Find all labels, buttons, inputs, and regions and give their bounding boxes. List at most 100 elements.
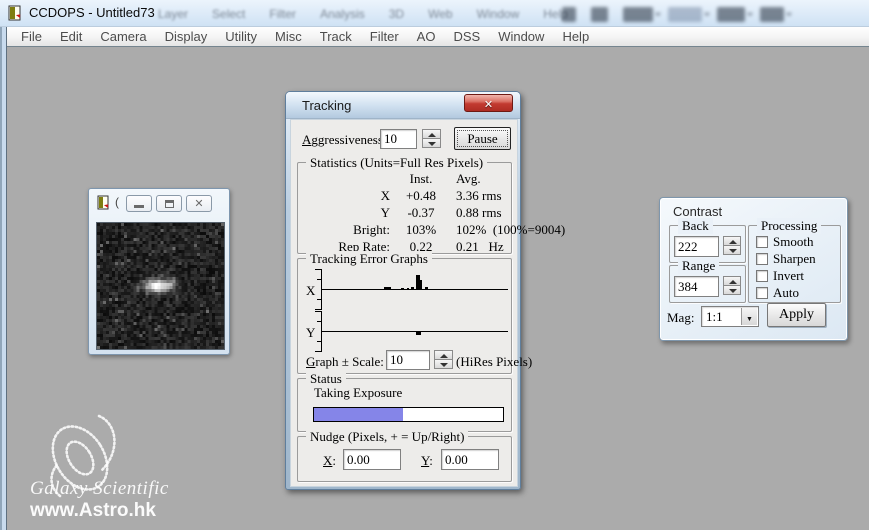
error-spike (425, 287, 428, 289)
stat-row-label: X (300, 188, 392, 204)
ghost-toolbar-button (760, 7, 784, 22)
spinner-down-button[interactable] (723, 245, 741, 255)
menu-track[interactable]: Track (311, 29, 361, 44)
contrast-panel[interactable]: Contrast Back Range Processing Smooth Sh… (659, 197, 848, 341)
spinner-down-button[interactable] (723, 285, 741, 295)
spinner-down-button[interactable] (422, 138, 441, 148)
spinner-down-button[interactable] (434, 359, 453, 369)
aggressiveness-label: Aggressiveness: (302, 132, 387, 148)
nudge-x-label: X: (323, 453, 336, 469)
pause-button[interactable]: Pause (454, 127, 511, 150)
ccdops-app-icon (7, 5, 24, 22)
error-spike (419, 280, 422, 289)
arrow-down-icon (729, 249, 737, 253)
nudge-y-label: Y: (421, 453, 433, 469)
x-graph-label: X (306, 283, 315, 299)
aggressiveness-input[interactable] (380, 129, 417, 149)
stat-row-label: Bright: (300, 222, 392, 238)
auto-checkbox[interactable] (756, 287, 768, 299)
nudge-x-input[interactable] (343, 449, 401, 470)
smooth-option[interactable]: Smooth (756, 234, 813, 250)
smooth-checkbox[interactable] (756, 236, 768, 248)
tracking-dialog-body: Aggressiveness: Pause Statistics (Units=… (290, 119, 518, 487)
close-icon: ✕ (187, 197, 211, 210)
mag-value: 1:1 (706, 309, 723, 325)
range-input[interactable] (674, 276, 719, 297)
aggressiveness-stepper (422, 129, 441, 148)
window-frame-edge (0, 27, 7, 530)
graph-scale-units: (HiRes Pixels) (456, 354, 532, 370)
exposure-progress-fill (314, 408, 403, 421)
apply-button[interactable]: Apply (767, 303, 826, 327)
tracking-dialog-titlebar[interactable]: Tracking ✕ (286, 92, 520, 119)
graph-scale-label: Graph ± Scale: (306, 354, 384, 370)
status-text: Taking Exposure (314, 385, 402, 401)
star-field-image (97, 223, 224, 349)
menu-window[interactable]: Window (489, 29, 553, 44)
image-window[interactable]: ( ✕ (88, 188, 230, 355)
close-button[interactable]: ✕ (186, 195, 212, 212)
menu-camera[interactable]: Camera (91, 29, 155, 44)
exposure-progress-bar (313, 407, 504, 422)
tracking-dialog[interactable]: Tracking ✕ Aggressiveness: Pause Statist… (285, 91, 521, 490)
graphs-legend: Tracking Error Graphs (306, 251, 432, 267)
stat-row-label: Y (300, 205, 392, 221)
mag-dropdown[interactable]: 1:1 ▼ (701, 306, 759, 327)
menu-ao[interactable]: AO (408, 29, 445, 44)
back-input[interactable] (674, 236, 719, 257)
auto-label: Auto (773, 285, 799, 301)
menu-bar: File Edit Camera Display Utility Misc Tr… (7, 27, 869, 47)
x-graph-baseline (321, 289, 508, 290)
image-document-icon (96, 195, 112, 211)
invert-option[interactable]: Invert (756, 268, 804, 284)
window-title: CCDOPS - Untitled73 (29, 5, 155, 20)
stat-inst: -0.37 (392, 205, 450, 221)
stat-avg: 0.21 Hz (450, 239, 565, 255)
menu-file[interactable]: File (12, 29, 51, 44)
processing-group: Processing Smooth Sharpen Invert Auto (748, 225, 841, 303)
menu-filter[interactable]: Filter (361, 29, 408, 44)
chevron-down-icon: ▼ (746, 315, 753, 323)
menu-utility[interactable]: Utility (216, 29, 266, 44)
auto-option[interactable]: Auto (756, 285, 799, 301)
sharpen-checkbox[interactable] (756, 253, 768, 265)
mag-label: Mag: (667, 310, 694, 326)
arrow-down-icon (440, 363, 448, 367)
nudge-group: Nudge (Pixels, + = Up/Right) X: Y: (297, 436, 512, 482)
ghost-menu-item: 3D (389, 7, 404, 21)
y-error-graph (321, 311, 508, 352)
invert-checkbox[interactable] (756, 270, 768, 282)
watermark-url: www.Astro.hk (30, 500, 156, 522)
watermark-brand: Galaxy Scientific (30, 478, 169, 500)
ghost-menu-item: Filter (269, 7, 296, 21)
graph-scale-input[interactable] (386, 350, 430, 370)
stat-avg: 0.88 rms (450, 205, 565, 221)
ghost-menu-item: Select (212, 7, 245, 21)
minimize-icon (134, 205, 144, 208)
ghost-toolbar-button (562, 7, 576, 22)
ghost-toolbar-button (668, 7, 702, 22)
close-button[interactable]: ✕ (464, 94, 513, 112)
menu-display[interactable]: Display (156, 29, 217, 44)
dropdown-button[interactable]: ▼ (741, 308, 757, 325)
menu-dss[interactable]: DSS (444, 29, 489, 44)
menu-help[interactable]: Help (553, 29, 598, 44)
invert-label: Invert (773, 268, 804, 284)
nudge-y-input[interactable] (441, 449, 499, 470)
menu-edit[interactable]: Edit (51, 29, 91, 44)
back-stepper (723, 236, 742, 255)
image-window-titlebar[interactable]: ( ✕ (89, 189, 229, 219)
restore-button[interactable] (156, 195, 182, 212)
background-ghost-menu: Layer Select Filter Analysis 3D Web Wind… (158, 7, 568, 21)
graph-scale-stepper (434, 350, 453, 369)
minimize-button[interactable] (126, 195, 152, 212)
arrow-down-icon (729, 289, 737, 293)
y-graph-axis (315, 311, 323, 353)
menu-misc[interactable]: Misc (266, 29, 311, 44)
statistics-table: Inst.Avg. X+0.483.36 rms Y-0.370.88 rms … (300, 171, 511, 255)
error-spike (416, 332, 421, 335)
sharpen-option[interactable]: Sharpen (756, 251, 816, 267)
ccd-image-area[interactable] (96, 222, 225, 350)
background-ghost-toolbar (562, 6, 784, 22)
arrow-up-icon (428, 133, 436, 137)
